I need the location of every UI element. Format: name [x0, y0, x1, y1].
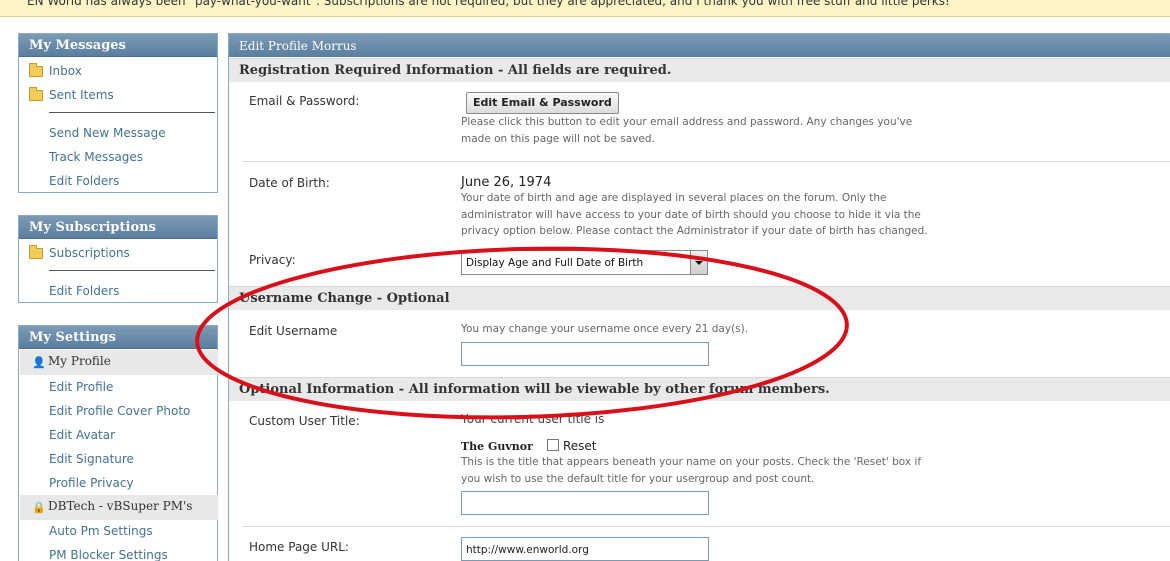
- custom-user-title-input[interactable]: [461, 491, 709, 515]
- reset-label[interactable]: Reset: [563, 439, 597, 453]
- sidebar-item-edit-folders[interactable]: Edit Folders: [49, 174, 119, 194]
- username-description: You may change your username once every …: [461, 323, 749, 335]
- lock-icon: 🔒: [32, 501, 46, 514]
- sidebar-item-inbox[interactable]: Inbox: [29, 63, 82, 84]
- my-settings-block: My Settings 👤 My Profile Edit Profile Edi…: [18, 325, 218, 561]
- divider: [49, 270, 215, 271]
- current-title-value: The Guvnor: [461, 440, 533, 453]
- edit-email-password-button[interactable]: Edit Email & Password: [466, 92, 619, 114]
- edit-profile-panel: Edit Profile Morrus Registration Require…: [228, 33, 1170, 561]
- username-input[interactable]: [461, 342, 709, 366]
- notice-bar: EN World has always been "pay-what-you-w…: [0, 0, 1170, 17]
- folder-icon: [29, 63, 43, 77]
- divider: [243, 161, 1170, 162]
- privacy-select[interactable]: Display Age and Full Date of Birth: [461, 250, 708, 275]
- my-subscriptions-block: My Subscriptions Subscriptions Edit Fold…: [18, 215, 218, 303]
- reset-checkbox[interactable]: [546, 439, 559, 451]
- divider: [243, 526, 1170, 527]
- chevron-down-icon[interactable]: [690, 251, 707, 274]
- sidebar-item-edit-profile-cover-photo[interactable]: Edit Profile Cover Photo: [49, 404, 190, 424]
- current-title-text: Your current user title is: [461, 412, 605, 426]
- home-page-url-label: Home Page URL:: [249, 540, 349, 554]
- edit-username-label: Edit Username: [249, 324, 338, 338]
- sidebar-item-edit-folders[interactable]: Edit Folders: [49, 284, 119, 304]
- divider: [49, 112, 215, 113]
- sidebar-item-label: Sent Items: [49, 88, 114, 102]
- notice-text: EN World has always been "pay-what-you-w…: [27, 0, 950, 8]
- privacy-selected-value: Display Age and Full Date of Birth: [466, 257, 644, 269]
- dbtech-heading: 🔒 DBTech - vBSuper PM's: [20, 495, 218, 520]
- my-messages-title[interactable]: My Messages: [19, 34, 217, 57]
- home-page-url-input[interactable]: http://www.enworld.org: [461, 537, 709, 561]
- my-settings-title[interactable]: My Settings: [19, 326, 217, 349]
- sidebar-item-edit-signature[interactable]: Edit Signature: [49, 452, 134, 472]
- dbtech-label: DBTech - vBSuper PM's: [48, 499, 193, 513]
- email-password-label: Email & Password:: [249, 94, 360, 108]
- sidebar-item-sent-items[interactable]: Sent Items: [29, 87, 114, 108]
- user-title-description: This is the title that appears beneath y…: [461, 456, 922, 485]
- custom-user-title-label: Custom User Title:: [249, 414, 360, 428]
- sidebar-item-edit-profile[interactable]: Edit Profile: [49, 380, 113, 400]
- sidebar-item-pm-blocker-settings[interactable]: PM Blocker Settings: [49, 548, 168, 561]
- sidebar-item-auto-pm-settings[interactable]: Auto Pm Settings: [49, 524, 153, 544]
- sidebar-item-edit-avatar[interactable]: Edit Avatar: [49, 428, 115, 448]
- sidebar-item-subscriptions[interactable]: Subscriptions: [29, 245, 130, 266]
- registration-section-heading: Registration Required Information - All …: [229, 58, 1170, 82]
- user-icon: 👤: [32, 356, 46, 369]
- folder-icon: [29, 87, 43, 101]
- my-subscriptions-title[interactable]: My Subscriptions: [19, 216, 217, 239]
- my-profile-label: My Profile: [48, 354, 111, 368]
- sidebar-item-profile-privacy[interactable]: Profile Privacy: [49, 476, 134, 496]
- dob-description: Your date of birth and age are displayed…: [461, 192, 928, 237]
- privacy-label: Privacy:: [249, 253, 296, 267]
- current-title-row: The Guvnor Reset: [461, 439, 596, 453]
- sidebar-item-track-messages[interactable]: Track Messages: [49, 150, 143, 170]
- username-section-heading: Username Change - Optional: [229, 286, 1170, 310]
- sidebar-item-label: Subscriptions: [49, 246, 130, 260]
- sidebar-item-label: Inbox: [49, 64, 82, 78]
- dob-value: June 26, 1974: [461, 175, 552, 190]
- sidebar-item-send-new-message[interactable]: Send New Message: [49, 126, 166, 146]
- page-title: Edit Profile Morrus: [229, 34, 1170, 57]
- my-messages-block: My Messages Inbox Sent Items Send New Me…: [18, 33, 218, 193]
- my-profile-heading: 👤 My Profile: [20, 350, 218, 375]
- dob-label: Date of Birth:: [249, 176, 330, 190]
- folder-icon: [29, 245, 43, 259]
- email-password-description: Please click this button to edit your em…: [461, 116, 913, 145]
- optional-section-heading: Optional Information - All information w…: [229, 377, 1170, 401]
